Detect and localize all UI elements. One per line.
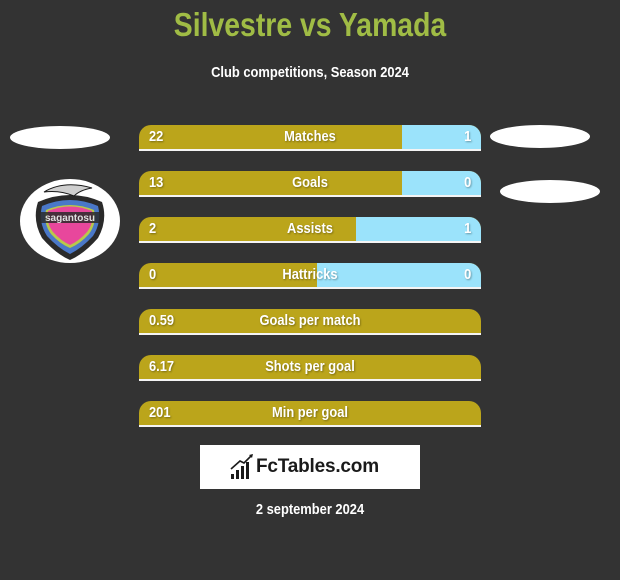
left-value: 0 [149, 266, 157, 283]
stat-row-shots-per-goal: 6.17 Shots per goal [139, 355, 481, 381]
stat-row-assists: 2 Assists 1 [139, 217, 481, 243]
right-value: 1 [463, 128, 471, 145]
right-value: 0 [463, 266, 471, 283]
stat-row-hattricks: 0 Hattricks 0 [139, 263, 481, 289]
left-value: 13 [149, 174, 164, 191]
stat-label: Matches [284, 128, 336, 145]
stat-label: Min per goal [272, 404, 348, 421]
sagan-tosu-crest-icon: sagantosu [35, 184, 105, 260]
stat-row-goals: 13 Goals 0 [139, 171, 481, 197]
right-team-placeholder [500, 180, 600, 203]
left-player-placeholder [10, 126, 110, 149]
right-value: 1 [463, 220, 471, 237]
stat-label: Assists [287, 220, 333, 237]
date-label: 2 september 2024 [255, 501, 365, 518]
fctables-brand[interactable]: FcTables.com [200, 445, 420, 489]
left-value: 22 [149, 128, 164, 145]
left-team-logo: sagantosu [20, 179, 120, 263]
stat-row-goals-per-match: 0.59 Goals per match [139, 309, 481, 335]
stat-label: Goals per match [259, 312, 361, 329]
page-subtitle: Club competitions, Season 2024 [211, 64, 409, 81]
crest-text: sagantosu [45, 213, 95, 224]
stat-row-min-per-goal: 201 Min per goal [139, 401, 481, 427]
stat-label: Hattricks [282, 266, 338, 283]
stat-label: Goals [292, 174, 328, 191]
page-title: Silvestre vs Yamada [173, 6, 447, 43]
brand-text: FcTables.com [256, 456, 379, 477]
right-value: 0 [463, 174, 471, 191]
left-value: 2 [149, 220, 157, 237]
right-player-placeholder [490, 125, 590, 148]
bar-chart-icon [230, 454, 253, 479]
stat-row-matches: 22 Matches 1 [139, 125, 481, 151]
stat-label: Shots per goal [265, 358, 355, 375]
